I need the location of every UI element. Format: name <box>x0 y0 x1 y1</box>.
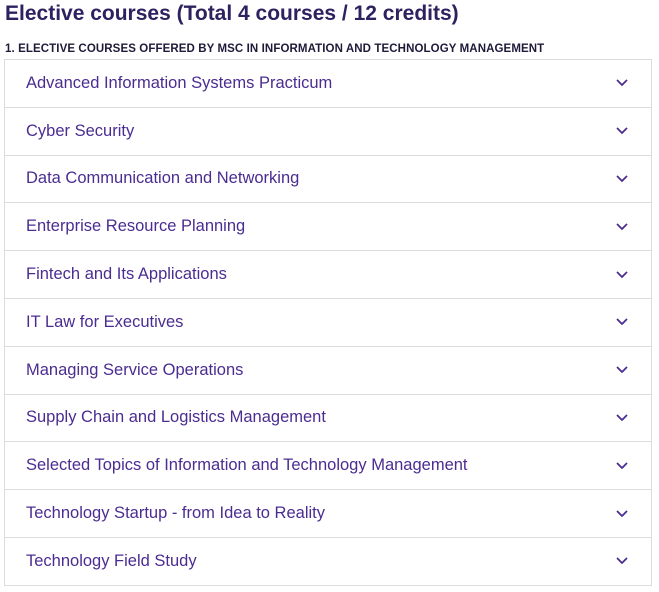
chevron-down-icon[interactable] <box>615 459 629 473</box>
accordion-item-selected-topics-of-information-and-technology-management[interactable]: Selected Topics of Information and Techn… <box>5 442 651 491</box>
accordion-item-enterprise-resource-planning[interactable]: Enterprise Resource Planning <box>5 203 651 252</box>
accordion-item-label: Supply Chain and Logistics Management <box>26 408 326 427</box>
accordion-item-label: Enterprise Resource Planning <box>26 217 246 236</box>
accordion-item-technology-field-study[interactable]: Technology Field Study <box>5 537 651 586</box>
elective-courses-accordion: Advanced Information Systems Practicum C… <box>4 59 652 586</box>
accordion-item-advanced-information-systems-practicum[interactable]: Advanced Information Systems Practicum <box>5 60 651 108</box>
chevron-down-icon[interactable] <box>615 220 629 234</box>
accordion-item-managing-service-operations[interactable]: Managing Service Operations <box>5 346 651 395</box>
accordion-item-it-law-for-executives[interactable]: IT Law for Executives <box>5 298 651 347</box>
accordion-item-label: Fintech and Its Applications <box>26 265 227 284</box>
accordion-item-data-communication-and-networking[interactable]: Data Communication and Networking <box>5 155 651 204</box>
chevron-down-icon[interactable] <box>615 268 629 282</box>
accordion-item-label: Managing Service Operations <box>26 360 244 379</box>
section-heading: 1. ELECTIVE COURSES OFFERED BY MSC IN IN… <box>5 43 545 55</box>
accordion-item-label: Advanced Information Systems Practicum <box>26 73 333 92</box>
accordion-item-label: Technology Field Study <box>26 551 197 570</box>
accordion-item-label: Data Communication and Networking <box>26 169 300 188</box>
chevron-down-icon[interactable] <box>615 124 629 138</box>
accordion-item-cyber-security[interactable]: Cyber Security <box>5 107 651 156</box>
page-title: Elective courses (Total 4 courses / 12 c… <box>5 2 459 25</box>
chevron-down-icon[interactable] <box>615 315 629 329</box>
chevron-down-icon[interactable] <box>615 76 629 90</box>
chevron-down-icon[interactable] <box>615 172 629 186</box>
accordion-item-fintech-and-its-applications[interactable]: Fintech and Its Applications <box>5 251 651 299</box>
accordion-item-technology-startup[interactable]: Technology Startup - from Idea to Realit… <box>5 490 651 538</box>
chevron-down-icon[interactable] <box>615 411 629 425</box>
chevron-down-icon[interactable] <box>615 363 629 377</box>
accordion-item-label: Selected Topics of Information and Techn… <box>26 456 468 475</box>
chevron-down-icon[interactable] <box>615 507 629 521</box>
accordion-item-label: Technology Startup - from Idea to Realit… <box>26 504 325 523</box>
accordion-item-label: IT Law for Executives <box>26 312 184 331</box>
chevron-down-icon[interactable] <box>615 554 629 568</box>
accordion-item-label: Cyber Security <box>26 121 135 140</box>
accordion-item-supply-chain-and-logistics-management[interactable]: Supply Chain and Logistics Management <box>5 394 651 443</box>
